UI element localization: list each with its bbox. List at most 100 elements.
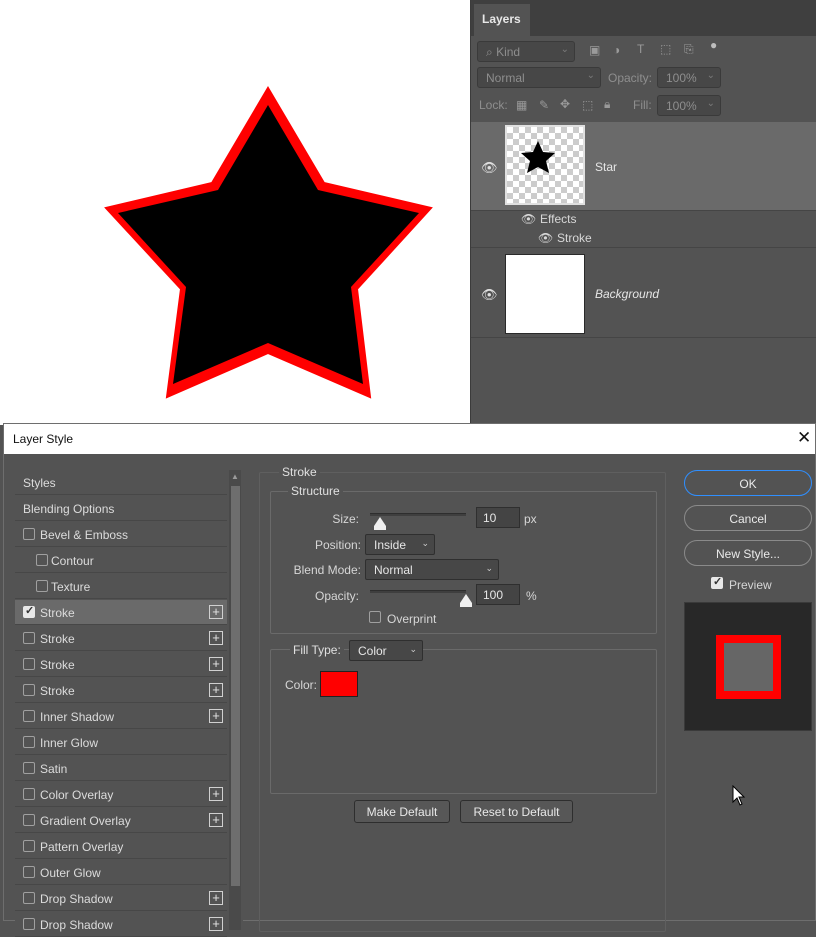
layer-name-background[interactable]: Background	[595, 287, 659, 301]
fill-type-select[interactable]: Color ⌄	[349, 640, 423, 661]
lock-position-icon[interactable]: ✥	[560, 97, 570, 111]
style-checkbox[interactable]	[36, 580, 48, 592]
add-effect-plus-icon[interactable]: +	[209, 891, 223, 905]
lock-transparent-icon[interactable]: ▦	[516, 98, 527, 112]
style-list-scrollbar[interactable]: ▲	[229, 470, 241, 930]
visibility-eye-icon[interactable]: 👁︎	[481, 287, 498, 303]
adjustment-filter-icon[interactable]: ◑	[613, 43, 620, 57]
lock-all-icon[interactable]: 🔒︎	[604, 97, 610, 112]
add-effect-plus-icon[interactable]: +	[209, 787, 223, 801]
add-effect-plus-icon[interactable]: +	[209, 709, 223, 723]
style-checkbox[interactable]	[23, 866, 35, 878]
size-slider[interactable]	[370, 513, 466, 516]
style-checkbox[interactable]	[23, 632, 35, 644]
stroke-effect-eye-icon[interactable]: 👁︎	[538, 231, 553, 245]
chevron-down-icon: ⌄	[706, 98, 715, 109]
style-checkbox[interactable]	[23, 840, 35, 852]
style-checkbox[interactable]	[23, 736, 35, 748]
fill-field[interactable]: 100% ⌄	[657, 95, 721, 116]
style-checkbox[interactable]	[23, 892, 35, 904]
style-list-item[interactable]: Inner Shadow +	[15, 704, 227, 729]
reset-to-default-button[interactable]: Reset to Default	[460, 800, 573, 823]
style-list-item[interactable]: Pattern Overlay	[15, 834, 227, 859]
style-list-item[interactable]: Stroke +	[15, 626, 227, 651]
style-checkbox[interactable]	[23, 788, 35, 800]
style-list-item[interactable]: Stroke +	[15, 678, 227, 703]
layer-row-background[interactable]: 👁︎ Background	[471, 248, 816, 338]
style-checkbox[interactable]	[23, 710, 35, 722]
add-effect-plus-icon[interactable]: +	[209, 917, 223, 931]
style-list-item[interactable]: Drop Shadow +	[15, 886, 227, 911]
new-style-button[interactable]: New Style...	[684, 540, 812, 566]
style-list-item[interactable]: Inner Glow	[15, 730, 227, 755]
style-list-item[interactable]: Contour	[15, 548, 227, 573]
preview-checkbox[interactable]	[711, 575, 723, 589]
style-list-item[interactable]: Stroke +	[15, 600, 227, 625]
blend-mode-select[interactable]: Normal ⌄	[365, 559, 499, 580]
add-effect-plus-icon[interactable]: +	[209, 631, 223, 645]
style-list-item[interactable]: Color Overlay +	[15, 782, 227, 807]
size-slider-knob[interactable]	[373, 517, 386, 530]
style-list-item[interactable]: Texture	[15, 574, 227, 599]
opacity-input[interactable]: 100	[476, 584, 520, 605]
image-filter-icon[interactable]: ▣	[589, 43, 600, 57]
preview-label: Preview	[729, 578, 772, 592]
scrollbar-thumb[interactable]	[231, 486, 240, 886]
lock-artboard-icon[interactable]: ⬚	[582, 98, 593, 112]
smart-object-filter-icon[interactable]: ⎘	[684, 42, 694, 57]
style-checkbox[interactable]	[23, 684, 35, 696]
add-effect-plus-icon[interactable]: +	[209, 683, 223, 697]
position-select[interactable]: Inside ⌄	[365, 534, 435, 555]
layer-name-star[interactable]: Star	[595, 160, 617, 174]
tab-layers[interactable]: Layers	[474, 4, 530, 36]
style-checkbox[interactable]	[23, 918, 35, 930]
style-list-item[interactable]: Satin	[15, 756, 227, 781]
stroke-color-swatch[interactable]	[320, 671, 358, 697]
style-checkbox[interactable]	[36, 554, 48, 566]
ok-button[interactable]: OK	[684, 470, 812, 496]
style-checkbox[interactable]	[23, 528, 35, 540]
style-list-item[interactable]: Styles	[15, 470, 227, 495]
opacity-slider[interactable]	[370, 590, 466, 593]
overprint-checkbox[interactable]	[369, 611, 381, 623]
layer-row-star[interactable]: 👁︎ Star	[471, 122, 816, 211]
lock-label: Lock:	[479, 98, 508, 112]
blend-mode-label: Blend Mode:	[293, 563, 361, 577]
make-default-button[interactable]: Make Default	[354, 800, 450, 823]
close-icon[interactable]: ✕	[797, 428, 813, 447]
shape-filter-icon[interactable]: ⬚	[660, 42, 671, 56]
layer-style-dialog: Layer Style ✕ ▲ Styles Blending Options Be…	[3, 423, 816, 937]
effects-label[interactable]: Effects	[540, 212, 576, 226]
add-effect-plus-icon[interactable]: +	[209, 813, 223, 827]
style-list-item[interactable]: Gradient Overlay +	[15, 808, 227, 833]
style-list-item[interactable]: Blending Options	[15, 496, 227, 521]
stroke-effect-label[interactable]: Stroke	[557, 231, 592, 245]
style-list-item[interactable]: Stroke +	[15, 652, 227, 677]
opacity-slider-knob[interactable]	[460, 594, 472, 607]
add-effect-plus-icon[interactable]: +	[209, 657, 223, 671]
style-checkbox[interactable]	[23, 814, 35, 826]
style-list-item[interactable]: Drop Shadow +	[15, 912, 227, 937]
filter-toggle-icon[interactable]: ●	[710, 38, 717, 52]
style-list-item[interactable]: Outer Glow	[15, 860, 227, 885]
lock-pixels-icon[interactable]: ✎	[539, 98, 549, 112]
style-item-label: Color Overlay	[40, 788, 114, 802]
cancel-button[interactable]: Cancel	[684, 505, 812, 531]
style-list-item[interactable]: Bevel & Emboss	[15, 522, 227, 547]
document-canvas[interactable]	[0, 0, 470, 425]
style-checkbox[interactable]	[23, 604, 35, 618]
search-icon: ⌕	[486, 45, 493, 59]
type-filter-icon[interactable]: T	[637, 42, 644, 56]
chevron-down-icon: ⌄	[586, 70, 595, 81]
size-input[interactable]: 10	[476, 507, 520, 528]
add-effect-plus-icon[interactable]: +	[209, 605, 223, 619]
style-checkbox[interactable]	[23, 658, 35, 670]
kind-filter-dropdown[interactable]: ⌕ Kind ⌄	[477, 41, 575, 62]
preview-fill	[724, 643, 773, 691]
opacity-field[interactable]: 100% ⌄	[657, 67, 721, 88]
effects-eye-icon[interactable]: 👁︎	[521, 212, 536, 226]
visibility-eye-icon[interactable]: 👁︎	[481, 160, 498, 176]
blend-mode-dropdown[interactable]: Normal ⌄	[477, 67, 601, 88]
scroll-up-icon[interactable]: ▲	[231, 472, 239, 481]
style-checkbox[interactable]	[23, 762, 35, 774]
